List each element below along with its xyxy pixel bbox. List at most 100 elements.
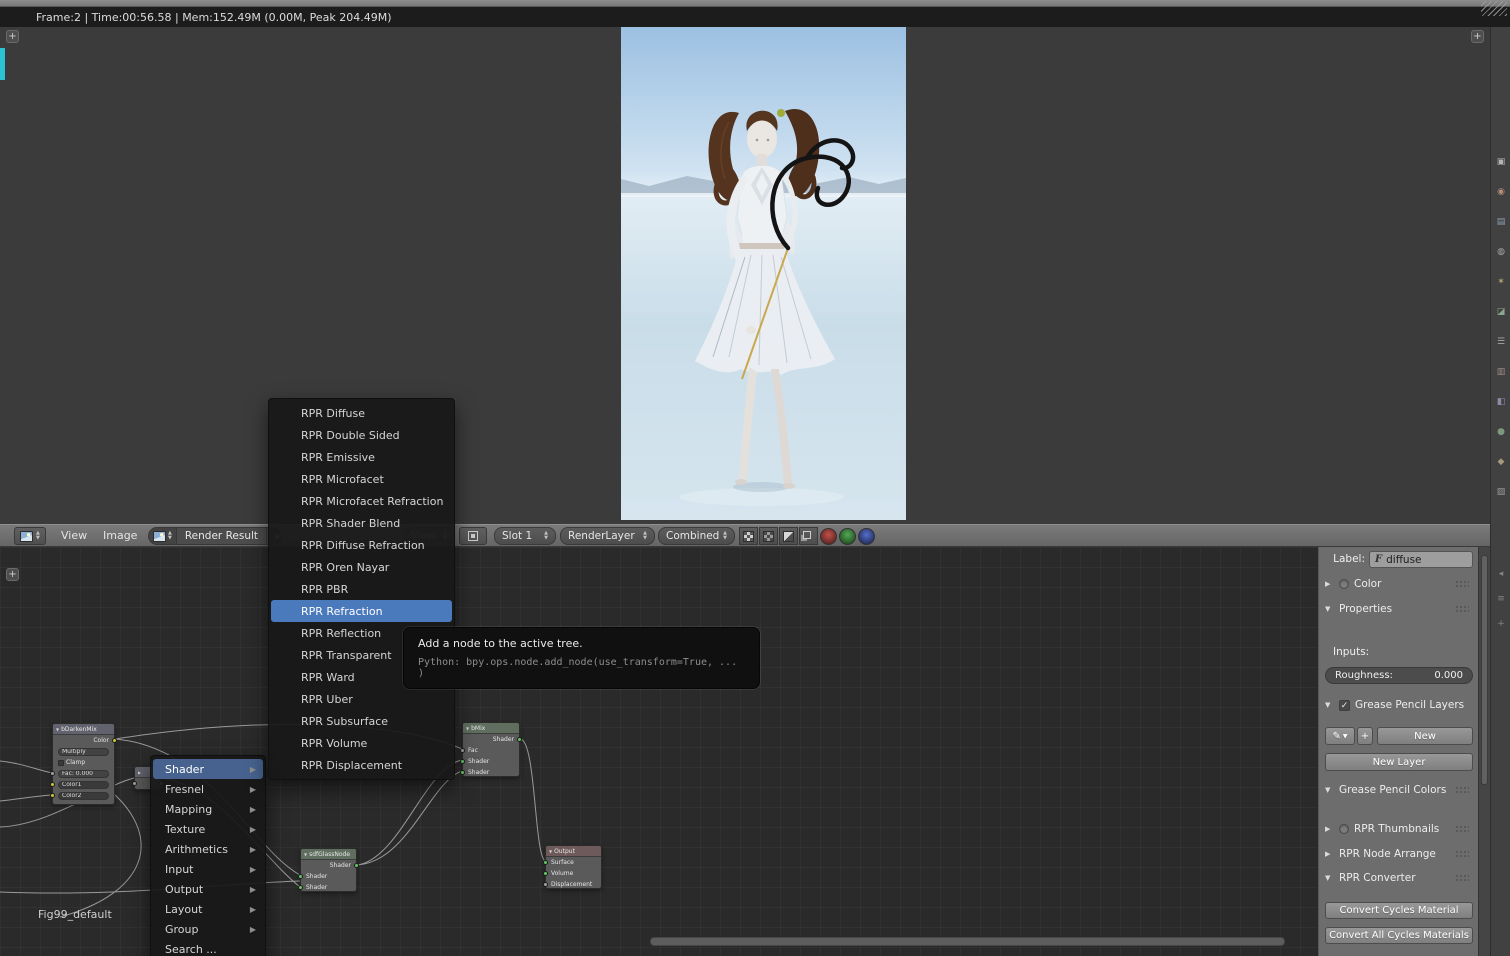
menu-item[interactable]: Input ▶ bbox=[151, 859, 265, 879]
editor-tab-icon[interactable]: ● bbox=[1494, 425, 1508, 439]
render-layer-dropdown[interactable]: RenderLayer ▲ ▼ bbox=[560, 527, 655, 545]
region-expand-icon[interactable]: + bbox=[1471, 30, 1484, 43]
submenu-item[interactable]: RPR Microfacet Refraction bbox=[269, 490, 454, 512]
input-socket[interactable] bbox=[460, 758, 465, 764]
editor-tab-icon[interactable]: ▨ bbox=[1494, 485, 1508, 499]
submenu-item[interactable]: RPR Refraction bbox=[271, 600, 452, 622]
chevron-right-icon[interactable]: ▶ bbox=[1325, 850, 1334, 858]
menu-item[interactable]: Output ▶ bbox=[151, 879, 265, 899]
menu-item[interactable]: Mapping ▶ bbox=[151, 799, 265, 819]
add-button[interactable]: + bbox=[1357, 727, 1373, 745]
output-socket[interactable] bbox=[517, 736, 522, 742]
output-socket[interactable] bbox=[354, 862, 359, 868]
input-socket[interactable] bbox=[298, 884, 303, 890]
color2-swatch[interactable]: Color2 bbox=[58, 791, 109, 800]
input-socket[interactable] bbox=[460, 769, 465, 775]
editor-tab-icon[interactable]: ≡ bbox=[1494, 592, 1508, 606]
horizontal-scrollbar[interactable] bbox=[650, 937, 1285, 946]
chevron-right-icon[interactable]: ▶ bbox=[1325, 825, 1334, 833]
submenu-item[interactable]: RPR PBR bbox=[269, 578, 454, 600]
editor-tab-icon[interactable]: ◍ bbox=[1494, 245, 1508, 259]
new-layer-button[interactable]: New Layer bbox=[1325, 753, 1473, 771]
copy-toggle[interactable] bbox=[799, 527, 818, 545]
editor-tab-icon[interactable]: ✶ bbox=[1494, 275, 1508, 289]
glass-node[interactable]: ▼ sdfGlassNode Shader Shader Shader bbox=[298, 848, 359, 892]
panel-grip-icon[interactable] bbox=[1455, 850, 1469, 858]
chevron-right-icon[interactable]: ▶ bbox=[1325, 580, 1334, 588]
input-socket[interactable] bbox=[460, 747, 465, 753]
input-socket[interactable] bbox=[50, 770, 55, 776]
view-menu[interactable]: View bbox=[55, 527, 93, 545]
submenu-item[interactable]: RPR Volume bbox=[269, 732, 454, 754]
submenu-item[interactable]: RPR Shader Blend bbox=[269, 512, 454, 534]
node-header[interactable]: ▼ bDarkenMix bbox=[53, 724, 114, 735]
submenu-item[interactable]: RPR Uber bbox=[269, 688, 454, 710]
panel-grease-pencil-layers[interactable]: ▼ ✓ Grease Pencil Layers bbox=[1325, 699, 1473, 711]
zbuffer-toggle[interactable] bbox=[779, 527, 798, 545]
blend-mode-dropdown[interactable]: Multiply bbox=[58, 747, 109, 756]
editor-tab-icon[interactable]: ▤ bbox=[1494, 215, 1508, 229]
input-socket[interactable] bbox=[543, 859, 548, 865]
output-node[interactable]: ▼ Output Surface Volume Displacement bbox=[543, 845, 602, 889]
panel-scrollbar-thumb[interactable] bbox=[1481, 555, 1488, 785]
menu-item[interactable]: Arithmetics ▶ bbox=[151, 839, 265, 859]
submenu-item[interactable]: RPR Displacement bbox=[269, 754, 454, 776]
editor-tab-icon[interactable]: ▥ bbox=[1494, 365, 1508, 379]
panel-scrollbar-track[interactable] bbox=[1478, 547, 1490, 956]
chevron-down-icon[interactable]: ▼ bbox=[1325, 701, 1334, 709]
menu-item[interactable]: Layout ▶ bbox=[151, 899, 265, 919]
input-socket[interactable] bbox=[50, 781, 55, 787]
collapse-icon[interactable]: ▼ bbox=[304, 852, 307, 857]
blue-channel-button[interactable] bbox=[858, 527, 875, 545]
input-socket[interactable] bbox=[132, 780, 137, 786]
mix-rgb-node[interactable]: ▼ bDarkenMix Color Multiply Clamp Fac: 0.… bbox=[50, 723, 117, 805]
panel-rpr-thumbnails[interactable]: ▶ RPR Thumbnails bbox=[1325, 823, 1473, 835]
panel-rpr-converter[interactable]: ▼ RPR Converter bbox=[1325, 872, 1473, 884]
menu-item[interactable]: Group ▶ bbox=[151, 919, 265, 939]
editor-tab-icon[interactable]: ◪ bbox=[1494, 305, 1508, 319]
slot-dropdown[interactable]: Slot 1 ▲ ▼ bbox=[494, 527, 556, 545]
roughness-slider[interactable]: Roughness: 0.000 bbox=[1325, 667, 1473, 684]
green-channel-button[interactable] bbox=[839, 527, 856, 545]
editor-tab-icon[interactable]: ◧ bbox=[1494, 395, 1508, 409]
radio-icon[interactable] bbox=[1339, 579, 1349, 589]
input-socket[interactable] bbox=[543, 881, 548, 887]
collapse-icon[interactable]: ▼ bbox=[549, 849, 552, 854]
menu-item[interactable]: Fresnel ▶ bbox=[151, 779, 265, 799]
panel-rpr-node-arrange[interactable]: ▶ RPR Node Arrange bbox=[1325, 848, 1473, 860]
menu-item[interactable]: Search ... bbox=[151, 939, 265, 956]
editor-tab-icon[interactable]: ▣ bbox=[1494, 155, 1508, 169]
panel-color[interactable]: ▶ Color bbox=[1325, 578, 1473, 590]
editor-tab-icon[interactable]: ◉ bbox=[1494, 185, 1508, 199]
label-field[interactable]: F diffuse bbox=[1369, 551, 1473, 568]
collapse-icon[interactable]: ▼ bbox=[56, 727, 59, 732]
editor-tab-icon[interactable]: + bbox=[1494, 617, 1508, 631]
editor-tab-icon[interactable]: ◂ bbox=[1494, 567, 1508, 581]
submenu-item[interactable]: RPR Double Sided bbox=[269, 424, 454, 446]
convert-cycles-material-button[interactable]: Convert Cycles Material bbox=[1325, 902, 1473, 919]
fac-slider[interactable]: Fac: 0.000 bbox=[58, 769, 109, 778]
window-resize-grip[interactable] bbox=[1481, 1, 1507, 16]
region-expand-icon[interactable]: + bbox=[6, 30, 19, 43]
checkbox-checked-icon[interactable]: ✓ bbox=[1339, 699, 1350, 711]
image-datablock[interactable]: ▲▼ Render Result × bbox=[148, 527, 281, 545]
submenu-item[interactable]: RPR Subsurface bbox=[269, 710, 454, 732]
grease-pencil-draw-button[interactable]: ✎ ▼ bbox=[1325, 727, 1355, 745]
submenu-item[interactable]: RPR Emissive bbox=[269, 446, 454, 468]
chevron-down-icon[interactable]: ▼ bbox=[1325, 874, 1334, 882]
submenu-item[interactable]: RPR Diffuse Refraction bbox=[269, 534, 454, 556]
node-header[interactable]: ▼ bMix bbox=[463, 723, 519, 734]
color1-swatch[interactable]: Color1 bbox=[58, 780, 109, 789]
panel-grip-icon[interactable] bbox=[1455, 786, 1469, 794]
panel-grip-icon[interactable] bbox=[1455, 874, 1469, 882]
panel-grip-icon[interactable] bbox=[1455, 580, 1469, 588]
output-socket[interactable] bbox=[112, 737, 117, 743]
collapse-icon[interactable]: ▶ bbox=[138, 770, 141, 775]
panel-grip-icon[interactable] bbox=[1455, 605, 1469, 613]
render-pass-dropdown[interactable]: Combined ▲ ▼ bbox=[658, 527, 735, 545]
panel-grip-icon[interactable] bbox=[1455, 825, 1469, 833]
frame-image-button[interactable] bbox=[459, 527, 487, 545]
radio-icon[interactable] bbox=[1339, 824, 1349, 834]
input-socket[interactable] bbox=[50, 792, 55, 798]
red-channel-button[interactable] bbox=[820, 527, 837, 545]
